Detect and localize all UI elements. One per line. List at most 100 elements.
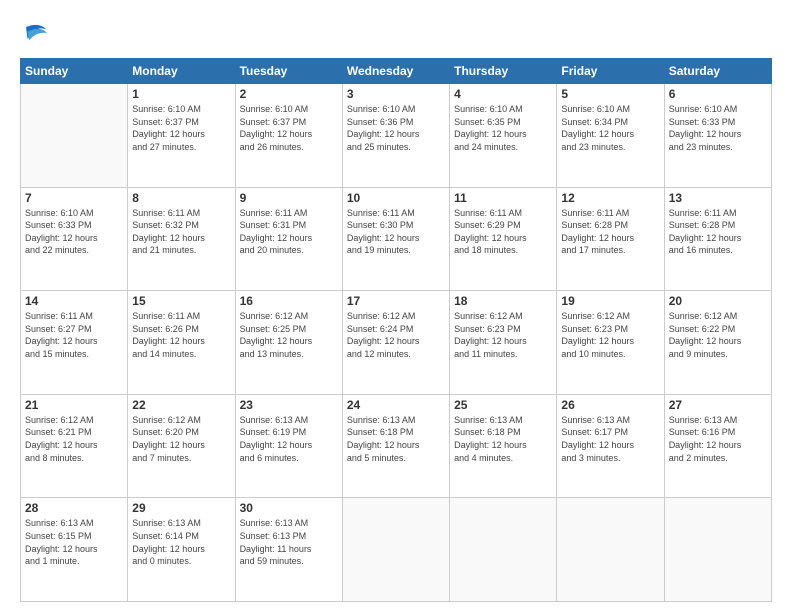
calendar-cell: 14 Sunrise: 6:11 AM Sunset: 6:27 PM Dayli… bbox=[21, 291, 128, 395]
calendar-cell: 9 Sunrise: 6:11 AM Sunset: 6:31 PM Daylig… bbox=[235, 187, 342, 291]
calendar-cell: 29Sunrise: 6:13 AM Sunset: 6:14 PM Dayli… bbox=[128, 498, 235, 602]
calendar-cell bbox=[450, 498, 557, 602]
day-header-wednesday: Wednesday bbox=[342, 59, 449, 84]
day-number: 14 bbox=[25, 294, 123, 308]
calendar-cell: 5 Sunrise: 6:10 AM Sunset: 6:34 PM Daylig… bbox=[557, 84, 664, 188]
day-header-tuesday: Tuesday bbox=[235, 59, 342, 84]
day-number: 13 bbox=[669, 191, 767, 205]
day-number: 8 bbox=[132, 191, 230, 205]
day-number: 12 bbox=[561, 191, 659, 205]
calendar-cell: 2 Sunrise: 6:10 AM Sunset: 6:37 PM Daylig… bbox=[235, 84, 342, 188]
day-number: 11 bbox=[454, 191, 552, 205]
day-info: Sunrise: 6:13 AM Sunset: 6:16 PM Dayligh… bbox=[669, 414, 767, 464]
day-info: Sunrise: 6:11 AM Sunset: 6:30 PM Dayligh… bbox=[347, 207, 445, 257]
header-row: SundayMondayTuesdayWednesdayThursdayFrid… bbox=[21, 59, 772, 84]
day-info: Sunrise: 6:11 AM Sunset: 6:29 PM Dayligh… bbox=[454, 207, 552, 257]
day-info: Sunrise: 6:10 AM Sunset: 6:33 PM Dayligh… bbox=[25, 207, 123, 257]
calendar-cell: 27 Sunrise: 6:13 AM Sunset: 6:16 PM Dayli… bbox=[664, 394, 771, 498]
day-number: 10 bbox=[347, 191, 445, 205]
day-number: 1 bbox=[132, 87, 230, 101]
day-number: 28 bbox=[25, 501, 123, 515]
day-header-saturday: Saturday bbox=[664, 59, 771, 84]
calendar-cell: 1 Sunrise: 6:10 AM Sunset: 6:37 PM Daylig… bbox=[128, 84, 235, 188]
day-info: Sunrise: 6:12 AM Sunset: 6:25 PM Dayligh… bbox=[240, 310, 338, 360]
week-row-3: 14 Sunrise: 6:11 AM Sunset: 6:27 PM Dayli… bbox=[21, 291, 772, 395]
calendar-cell: 15 Sunrise: 6:11 AM Sunset: 6:26 PM Dayli… bbox=[128, 291, 235, 395]
calendar-cell: 22 Sunrise: 6:12 AM Sunset: 6:20 PM Dayli… bbox=[128, 394, 235, 498]
day-info: Sunrise: 6:13 AM Sunset: 6:15 PM Dayligh… bbox=[25, 517, 123, 567]
day-info: Sunrise: 6:12 AM Sunset: 6:22 PM Dayligh… bbox=[669, 310, 767, 360]
calendar-cell: 12 Sunrise: 6:11 AM Sunset: 6:28 PM Dayli… bbox=[557, 187, 664, 291]
day-number: 19 bbox=[561, 294, 659, 308]
header bbox=[20, 18, 772, 48]
day-info: Sunrise: 6:11 AM Sunset: 6:28 PM Dayligh… bbox=[669, 207, 767, 257]
calendar-cell: 26 Sunrise: 6:13 AM Sunset: 6:17 PM Dayli… bbox=[557, 394, 664, 498]
day-info: Sunrise: 6:12 AM Sunset: 6:21 PM Dayligh… bbox=[25, 414, 123, 464]
calendar-cell: 7 Sunrise: 6:10 AM Sunset: 6:33 PM Daylig… bbox=[21, 187, 128, 291]
day-number: 2 bbox=[240, 87, 338, 101]
calendar-cell: 16 Sunrise: 6:12 AM Sunset: 6:25 PM Dayli… bbox=[235, 291, 342, 395]
day-info: Sunrise: 6:11 AM Sunset: 6:26 PM Dayligh… bbox=[132, 310, 230, 360]
day-info: Sunrise: 6:11 AM Sunset: 6:28 PM Dayligh… bbox=[561, 207, 659, 257]
calendar-cell: 20 Sunrise: 6:12 AM Sunset: 6:22 PM Dayli… bbox=[664, 291, 771, 395]
day-info: Sunrise: 6:11 AM Sunset: 6:27 PM Dayligh… bbox=[25, 310, 123, 360]
day-number: 3 bbox=[347, 87, 445, 101]
calendar-cell: 17Sunrise: 6:12 AM Sunset: 6:24 PM Dayli… bbox=[342, 291, 449, 395]
day-info: Sunrise: 6:13 AM Sunset: 6:19 PM Dayligh… bbox=[240, 414, 338, 464]
calendar-cell bbox=[557, 498, 664, 602]
week-row-2: 7 Sunrise: 6:10 AM Sunset: 6:33 PM Daylig… bbox=[21, 187, 772, 291]
calendar-cell: 30 Sunrise: 6:13 AM Sunset: 6:13 PM Dayli… bbox=[235, 498, 342, 602]
day-number: 26 bbox=[561, 398, 659, 412]
day-number: 7 bbox=[25, 191, 123, 205]
day-number: 24 bbox=[347, 398, 445, 412]
day-number: 20 bbox=[669, 294, 767, 308]
day-number: 5 bbox=[561, 87, 659, 101]
logo bbox=[20, 18, 54, 48]
week-row-5: 28 Sunrise: 6:13 AM Sunset: 6:15 PM Dayli… bbox=[21, 498, 772, 602]
day-number: 9 bbox=[240, 191, 338, 205]
day-info: Sunrise: 6:10 AM Sunset: 6:37 PM Dayligh… bbox=[240, 103, 338, 153]
day-number: 16 bbox=[240, 294, 338, 308]
day-number: 25 bbox=[454, 398, 552, 412]
calendar-cell: 25 Sunrise: 6:13 AM Sunset: 6:18 PM Dayli… bbox=[450, 394, 557, 498]
day-number: 29 bbox=[132, 501, 230, 515]
day-header-friday: Friday bbox=[557, 59, 664, 84]
calendar-cell bbox=[664, 498, 771, 602]
day-number: 27 bbox=[669, 398, 767, 412]
day-info: Sunrise: 6:12 AM Sunset: 6:23 PM Dayligh… bbox=[454, 310, 552, 360]
calendar-cell: 28 Sunrise: 6:13 AM Sunset: 6:15 PM Dayli… bbox=[21, 498, 128, 602]
calendar-cell: 3 Sunrise: 6:10 AM Sunset: 6:36 PM Daylig… bbox=[342, 84, 449, 188]
day-info: Sunrise: 6:12 AM Sunset: 6:23 PM Dayligh… bbox=[561, 310, 659, 360]
week-row-1: 1 Sunrise: 6:10 AM Sunset: 6:37 PM Daylig… bbox=[21, 84, 772, 188]
day-info: Sunrise: 6:12 AM Sunset: 6:24 PM Dayligh… bbox=[347, 310, 445, 360]
logo-icon bbox=[20, 18, 50, 48]
day-number: 15 bbox=[132, 294, 230, 308]
day-info: Sunrise: 6:13 AM Sunset: 6:13 PM Dayligh… bbox=[240, 517, 338, 567]
day-info: Sunrise: 6:10 AM Sunset: 6:36 PM Dayligh… bbox=[347, 103, 445, 153]
day-number: 23 bbox=[240, 398, 338, 412]
day-info: Sunrise: 6:10 AM Sunset: 6:34 PM Dayligh… bbox=[561, 103, 659, 153]
day-info: Sunrise: 6:10 AM Sunset: 6:33 PM Dayligh… bbox=[669, 103, 767, 153]
day-number: 4 bbox=[454, 87, 552, 101]
day-number: 30 bbox=[240, 501, 338, 515]
day-info: Sunrise: 6:13 AM Sunset: 6:17 PM Dayligh… bbox=[561, 414, 659, 464]
calendar-cell: 8Sunrise: 6:11 AM Sunset: 6:32 PM Daylig… bbox=[128, 187, 235, 291]
day-info: Sunrise: 6:13 AM Sunset: 6:18 PM Dayligh… bbox=[347, 414, 445, 464]
week-row-4: 21 Sunrise: 6:12 AM Sunset: 6:21 PM Dayli… bbox=[21, 394, 772, 498]
calendar-cell: 13 Sunrise: 6:11 AM Sunset: 6:28 PM Dayli… bbox=[664, 187, 771, 291]
calendar-cell: 19 Sunrise: 6:12 AM Sunset: 6:23 PM Dayli… bbox=[557, 291, 664, 395]
day-number: 21 bbox=[25, 398, 123, 412]
calendar-cell bbox=[342, 498, 449, 602]
day-info: Sunrise: 6:10 AM Sunset: 6:37 PM Dayligh… bbox=[132, 103, 230, 153]
day-number: 22 bbox=[132, 398, 230, 412]
day-info: Sunrise: 6:12 AM Sunset: 6:20 PM Dayligh… bbox=[132, 414, 230, 464]
day-header-sunday: Sunday bbox=[21, 59, 128, 84]
calendar-cell: 21 Sunrise: 6:12 AM Sunset: 6:21 PM Dayli… bbox=[21, 394, 128, 498]
day-info: Sunrise: 6:13 AM Sunset: 6:18 PM Dayligh… bbox=[454, 414, 552, 464]
day-number: 18 bbox=[454, 294, 552, 308]
calendar-cell: 4Sunrise: 6:10 AM Sunset: 6:35 PM Daylig… bbox=[450, 84, 557, 188]
day-info: Sunrise: 6:11 AM Sunset: 6:31 PM Dayligh… bbox=[240, 207, 338, 257]
calendar-cell: 24 Sunrise: 6:13 AM Sunset: 6:18 PM Dayli… bbox=[342, 394, 449, 498]
day-header-monday: Monday bbox=[128, 59, 235, 84]
calendar-cell: 18 Sunrise: 6:12 AM Sunset: 6:23 PM Dayli… bbox=[450, 291, 557, 395]
